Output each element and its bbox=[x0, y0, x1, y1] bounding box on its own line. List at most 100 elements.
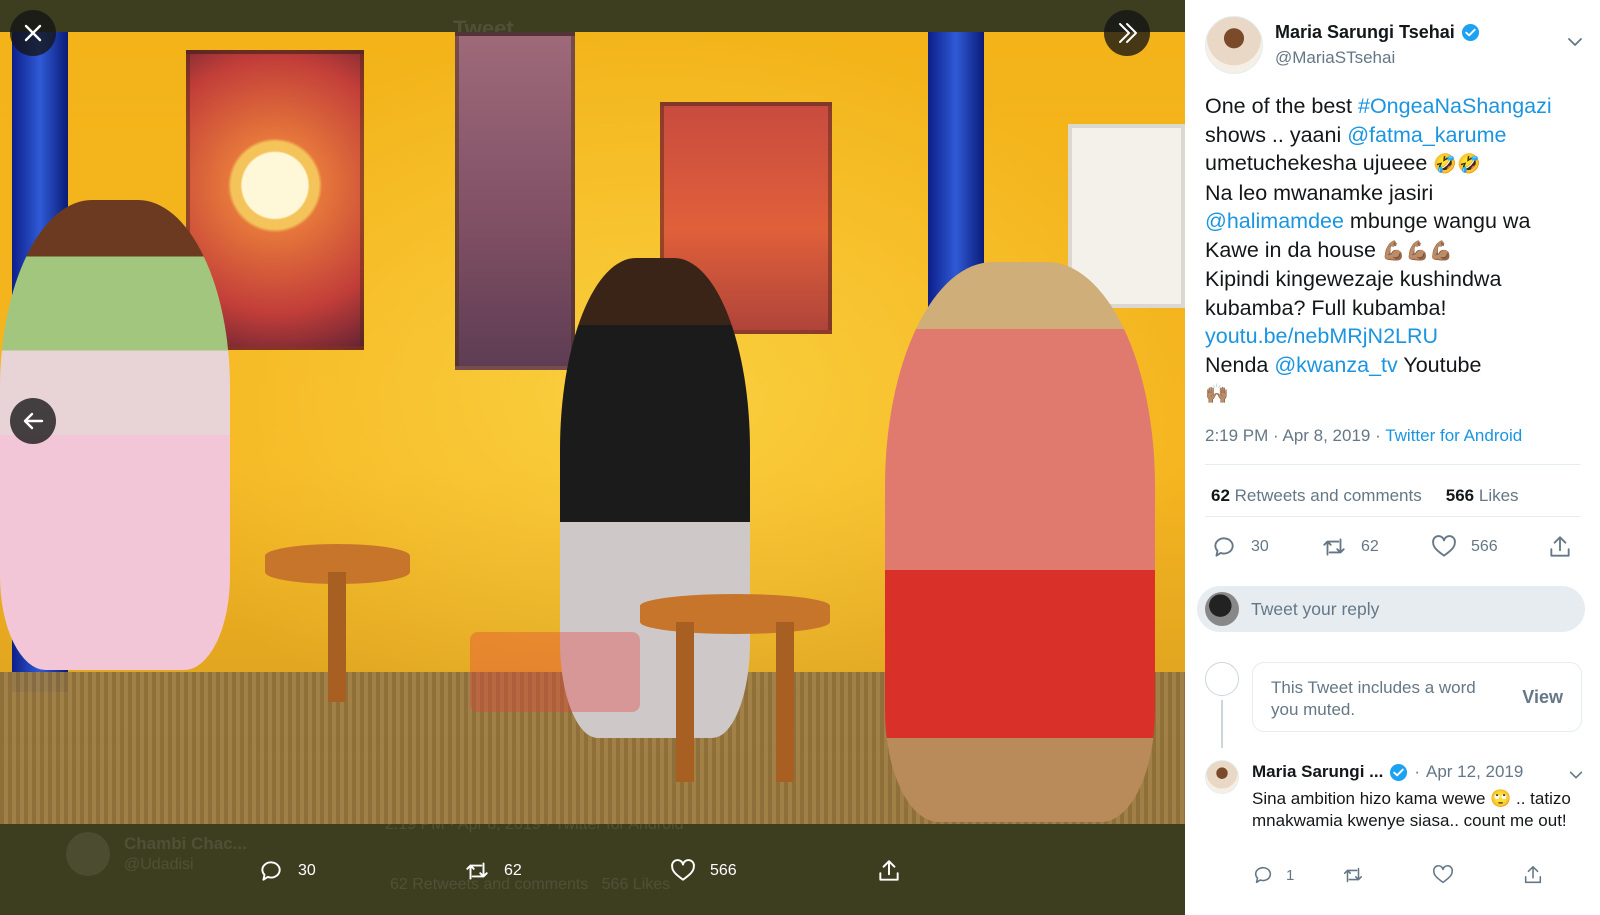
photo-table-left-leg bbox=[328, 572, 346, 702]
reply-tweet-retweet-button[interactable] bbox=[1342, 864, 1364, 886]
tweet-text-span: shows .. yaani bbox=[1205, 122, 1348, 147]
tweet-line: @halimamdee mbunge wangu wa bbox=[1205, 207, 1595, 236]
tweet-text-span: kubamba? Full kubamba! bbox=[1205, 295, 1447, 320]
share-button[interactable] bbox=[1547, 534, 1573, 560]
reply-placeholder[interactable]: Tweet your reply bbox=[1251, 599, 1379, 620]
tweet-line: kubamba? Full kubamba! bbox=[1205, 294, 1595, 323]
tweet-emoji: 💪🏽💪🏽💪🏽 bbox=[1381, 239, 1453, 262]
tweet-text-span: Na leo mwanamke jasiri bbox=[1205, 180, 1434, 205]
tweet-line: youtu.be/nebMRjN2LRU bbox=[1205, 322, 1595, 351]
reply-icon bbox=[1254, 866, 1272, 884]
media-like-button[interactable]: 566 bbox=[670, 858, 737, 884]
tweet-photo bbox=[0, 32, 1185, 824]
reply-tweet-reply-count: 1 bbox=[1286, 866, 1295, 884]
tweet-line: umetuchekesha ujueee 🤣🤣 bbox=[1205, 149, 1595, 179]
tweet-line: Na leo mwanamke jasiri bbox=[1205, 179, 1595, 208]
reply-author-avatar[interactable] bbox=[1205, 760, 1239, 794]
muted-notice-text: This Tweet includes a word you muted. bbox=[1271, 678, 1476, 719]
share-icon bbox=[879, 860, 899, 881]
reply-tweet[interactable]: Maria Sarungi ... · Apr 12, 2019 Sina am… bbox=[1185, 750, 1600, 915]
reply-tweet-share-button[interactable] bbox=[1522, 864, 1544, 886]
retweet-button[interactable]: 62 bbox=[1321, 534, 1379, 560]
likes-stat[interactable]: 566 Likes bbox=[1446, 486, 1519, 506]
verified-icon bbox=[1461, 23, 1479, 42]
share-icon bbox=[1524, 865, 1542, 884]
reply-tweet-header: Maria Sarungi ... · Apr 12, 2019 bbox=[1252, 762, 1523, 782]
tweet-link[interactable]: @halimamdee bbox=[1205, 209, 1344, 233]
tweet-link[interactable]: @fatma_karume bbox=[1347, 123, 1506, 147]
retweets-stat[interactable]: 62 Retweets and comments bbox=[1211, 486, 1422, 506]
tweet-text-span: Kawe in da house bbox=[1205, 237, 1382, 262]
tweet-source-link[interactable]: Twitter for Android bbox=[1385, 426, 1522, 445]
close-button[interactable] bbox=[10, 10, 56, 56]
expand-button[interactable] bbox=[1104, 10, 1150, 56]
tweet-text-span: mbunge wangu wa bbox=[1343, 209, 1531, 233]
reply-date[interactable]: Apr 12, 2019 bbox=[1426, 762, 1523, 782]
reply-composer[interactable]: Tweet your reply bbox=[1197, 586, 1585, 632]
verified-icon bbox=[1390, 763, 1408, 781]
reply-tweet-like-button[interactable] bbox=[1432, 864, 1454, 886]
media-share-button[interactable] bbox=[876, 858, 902, 884]
tweet-text-span: Nenda bbox=[1205, 352, 1275, 377]
like-icon bbox=[671, 859, 695, 881]
reply-tweet-reply-button[interactable]: 1 bbox=[1252, 864, 1294, 886]
photo-watermark-logo bbox=[470, 632, 640, 712]
tweet-body: One of the best #OngeaNaShangazi shows ..… bbox=[1205, 92, 1595, 409]
retweet-label: Retweets and comments bbox=[1234, 486, 1422, 505]
reply-tweet-text: Sina ambition hizo kama wewe 🙄 .. tatizo… bbox=[1252, 789, 1571, 830]
media-retweet-button[interactable]: 62 bbox=[464, 858, 522, 884]
share-icon bbox=[1550, 536, 1570, 557]
like-icon bbox=[1433, 864, 1453, 884]
photo-table-center-leg-b bbox=[776, 622, 794, 782]
current-user-avatar bbox=[1205, 592, 1239, 626]
expand-icon bbox=[1119, 23, 1137, 43]
media-action-bar: 30 62 566 bbox=[0, 840, 1185, 900]
author-name[interactable]: Maria Sarungi Tsehai bbox=[1275, 22, 1455, 43]
tweet-line: shows .. yaani @fatma_karume bbox=[1205, 121, 1595, 150]
tweet-actions: 30 62 566 bbox=[1211, 530, 1581, 564]
tweet-emoji: 🤣🤣 bbox=[1433, 153, 1481, 175]
photo-table-center bbox=[640, 594, 830, 634]
like-label: Likes bbox=[1478, 486, 1519, 505]
tweet-link[interactable]: @kwanza_tv bbox=[1274, 353, 1397, 377]
chevron-down-icon[interactable] bbox=[1567, 766, 1585, 784]
like-button[interactable]: 566 bbox=[1431, 534, 1498, 560]
tweet-line: One of the best #OngeaNaShangazi bbox=[1205, 92, 1595, 121]
tweet-link[interactable]: youtu.be/nebMRjN2LRU bbox=[1205, 324, 1438, 348]
muted-avatar-placeholder bbox=[1205, 662, 1239, 696]
tweet-line: Kipindi kingewezaje kushindwa bbox=[1205, 265, 1595, 294]
tweet-meta: 2:19 PM · Apr 8, 2019 · Twitter for Andr… bbox=[1205, 426, 1522, 446]
like-count: 566 bbox=[1445, 486, 1475, 505]
reply-button[interactable]: 30 bbox=[1211, 534, 1269, 560]
previous-button[interactable] bbox=[10, 398, 56, 444]
author-handle[interactable]: @MariaSTsehai bbox=[1275, 48, 1395, 68]
muted-notice-card: This Tweet includes a word you muted. Vi… bbox=[1252, 662, 1582, 732]
tweet-link[interactable]: #OngeaNaShangazi bbox=[1358, 94, 1552, 118]
view-muted-button[interactable]: View bbox=[1522, 687, 1563, 708]
media-like-count: 566 bbox=[710, 862, 737, 879]
chevron-down-icon[interactable] bbox=[1565, 32, 1585, 52]
reply-author-name[interactable]: Maria Sarungi ... bbox=[1252, 762, 1383, 782]
author-name-row[interactable]: Maria Sarungi Tsehai bbox=[1275, 22, 1480, 43]
media-viewer: Tweet Chambi Chac... @Udadisi 2:19 PM · … bbox=[0, 0, 1185, 915]
reply-count: 30 bbox=[1251, 538, 1269, 555]
tweet-line: 🙌🏽 bbox=[1205, 379, 1595, 409]
photo-painting-tree bbox=[455, 32, 575, 370]
media-reply-count: 30 bbox=[298, 862, 316, 879]
divider bbox=[1205, 464, 1580, 465]
close-icon bbox=[24, 24, 42, 42]
media-reply-button[interactable]: 30 bbox=[258, 858, 316, 884]
reply-separator: · bbox=[1414, 762, 1420, 781]
tweet-text-span: umetuchekesha ujueee bbox=[1205, 151, 1434, 175]
thread-line bbox=[1221, 700, 1223, 748]
divider bbox=[1205, 516, 1580, 517]
author-avatar[interactable] bbox=[1205, 16, 1263, 74]
tweet-line: Kawe in da house 💪🏽💪🏽💪🏽 bbox=[1205, 236, 1595, 266]
like-icon bbox=[1432, 535, 1456, 557]
like-action-count: 566 bbox=[1471, 538, 1498, 555]
photo-table-center-leg-a bbox=[676, 622, 694, 782]
media-retweet-count: 62 bbox=[504, 862, 522, 879]
tweet-stats: 62 Retweets and comments 566 Likes bbox=[1211, 486, 1519, 506]
tweet-timestamp[interactable]: 2:19 PM · Apr 8, 2019 · bbox=[1205, 426, 1385, 445]
tweet-emoji: 🙌🏽 bbox=[1205, 383, 1229, 405]
